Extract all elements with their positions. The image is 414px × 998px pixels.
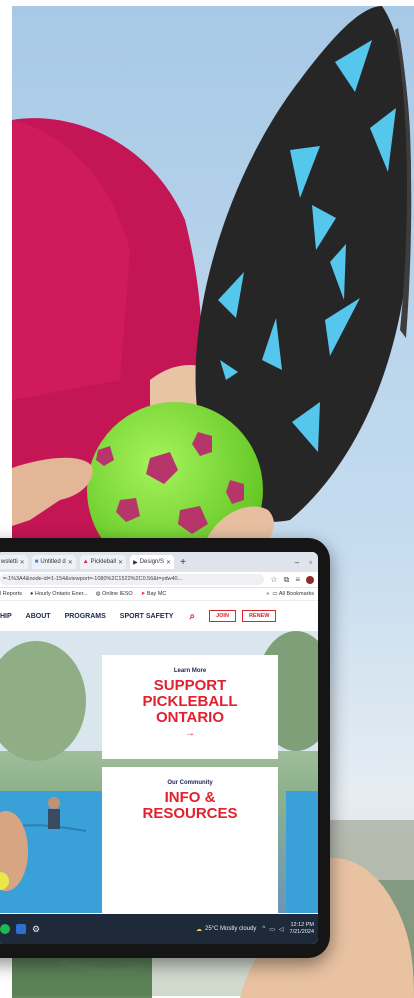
clock[interactable]: 12:12 PM 7/21/2024 <box>290 922 314 936</box>
app-icon[interactable] <box>16 924 26 934</box>
renew-button[interactable]: RENEW <box>241 610 277 622</box>
chevron-up-icon[interactable]: ^ <box>262 926 265 932</box>
hero-section: Learn More SUPPORT PICKLEBALL ONTARIO → … <box>0 631 318 913</box>
card-title: INFO & RESOURCES <box>102 790 278 822</box>
search-icon[interactable]: ⌕ <box>189 611 195 622</box>
photo-scene: wsletti ✕ ■ Untitled d ✕ ▲ Pickleball ✕ ▶ Desi… <box>0 0 414 998</box>
card-eyebrow: Our Community <box>167 780 213 786</box>
bookmark-item[interactable]: l Reports <box>0 591 22 597</box>
pickleball-icon: ▲ <box>82 559 89 565</box>
tablet-device: wsletti ✕ ■ Untitled d ✕ ▲ Pickleball ✕ ▶ Desi… <box>0 538 330 958</box>
close-icon[interactable]: ✕ <box>68 559 73 566</box>
docs-icon: ■ <box>34 559 39 565</box>
close-icon[interactable]: ✕ <box>166 559 171 566</box>
card-title-line: ONTARIO <box>155 709 225 726</box>
close-icon[interactable]: ✕ <box>20 559 25 566</box>
url-field[interactable]: =-1%3A4&node-id=1-154&viewport=-1080%2C1… <box>0 574 265 585</box>
nav-item-about[interactable]: ABOUT <box>26 613 51 620</box>
card-title-line: SUPPORT <box>153 677 227 694</box>
all-bookmarks-label: All Bookmarks <box>278 591 314 597</box>
bookmark-icon: ➤ <box>140 591 146 597</box>
browser-tab[interactable]: ▲ Pickleball ✕ <box>79 555 127 569</box>
close-icon[interactable]: ✕ <box>118 559 123 566</box>
clock-time: 12:12 PM <box>290 922 314 928</box>
folder-icon: ▭ <box>272 591 278 597</box>
bookmark-label: Hourly Ontario Ener... <box>34 591 88 597</box>
support-card[interactable]: Learn More SUPPORT PICKLEBALL ONTARIO → <box>102 655 278 759</box>
restore-icon[interactable]: ▫ <box>309 558 312 567</box>
browser-tab-active[interactable]: ▶ Design/S ✕ <box>130 555 175 569</box>
windows-taskbar: ⚙ ☁ 25°C Mostly cloudy ^ ▭ ◁ 12:12 PM 7/2… <box>0 914 318 944</box>
site-navigation: HIP ABOUT PROGRAMS SPORT SAFETY ⌕ JOIN R… <box>0 601 318 631</box>
card-title-line: PICKLEBALL <box>142 693 238 710</box>
tablet-screen: wsletti ✕ ■ Untitled d ✕ ▲ Pickleball ✕ ▶ Desi… <box>0 552 318 944</box>
browser-tab[interactable]: wsletti ✕ <box>0 555 28 569</box>
address-bar: =-1%3A4&node-id=1-154&viewport=-1080%2C1… <box>0 572 318 588</box>
sidebar-icon[interactable]: ≡ <box>295 575 300 584</box>
nav-item-sport-safety[interactable]: SPORT SAFETY <box>120 613 174 620</box>
weather-text: 25°C Mostly cloudy <box>204 926 257 932</box>
browser-tab-bar: wsletti ✕ ■ Untitled d ✕ ▲ Pickleball ✕ ▶ Desi… <box>0 552 318 572</box>
bookmark-item[interactable]: ● Hourly Ontario Ener... <box>30 591 88 597</box>
all-bookmarks[interactable]: » ▭ All Bookmarks <box>266 591 318 597</box>
card-title: SUPPORT PICKLEBALL ONTARIO <box>102 678 278 726</box>
browser-tab[interactable]: ■ Untitled d ✕ <box>31 555 76 569</box>
bookmark-label: Bay MC <box>146 591 167 597</box>
cloud-icon: ☁ <box>195 926 202 933</box>
join-button[interactable]: JOIN <box>209 610 236 622</box>
tab-label: wsletti <box>1 559 18 565</box>
minimize-icon[interactable]: – <box>295 558 299 567</box>
card-title-line: RESOURCES <box>142 805 238 822</box>
bookmark-item[interactable]: ➤ Bay MC <box>141 591 167 597</box>
new-tab-icon[interactable]: + <box>180 557 186 568</box>
bookmarks-bar: l Reports ● Hourly Ontario Ener... ◍ Onl… <box>0 588 318 601</box>
nav-item-programs[interactable]: PROGRAMS <box>65 613 106 620</box>
settings-icon[interactable]: ⚙ <box>32 924 40 935</box>
globe-icon: ◍ <box>95 591 101 597</box>
system-tray: ^ ▭ ◁ <box>262 926 283 933</box>
volume-icon[interactable]: ◁ <box>279 926 284 933</box>
clock-date: 7/21/2024 <box>289 929 314 935</box>
card-eyebrow: Learn More <box>173 668 207 674</box>
tab-label: Pickleball <box>90 559 117 565</box>
weather-widget[interactable]: ☁ 25°C Mostly cloudy <box>196 926 256 933</box>
bookmark-label: Online IESO <box>102 591 133 597</box>
star-icon[interactable]: ☆ <box>270 575 277 584</box>
bookmark-item[interactable]: ◍ Online IESO <box>96 591 133 597</box>
window-controls: – ▫ <box>295 558 318 567</box>
resources-card[interactable]: Our Community INFO & RESOURCES <box>102 767 278 913</box>
tab-label: Design/S <box>139 559 165 565</box>
nav-item-membership[interactable]: HIP <box>0 613 12 620</box>
profile-avatar[interactable] <box>306 575 314 584</box>
tab-label: Untitled d <box>40 559 66 565</box>
spotify-icon[interactable] <box>0 924 10 934</box>
bookmark-icon: ● <box>30 591 34 597</box>
network-icon[interactable]: ▭ <box>269 926 275 933</box>
arrow-right-icon[interactable]: → <box>102 728 278 739</box>
extensions-icon[interactable]: ⧉ <box>284 575 290 585</box>
play-icon: ▶ <box>133 559 138 566</box>
card-title-line: INFO & <box>164 789 216 806</box>
